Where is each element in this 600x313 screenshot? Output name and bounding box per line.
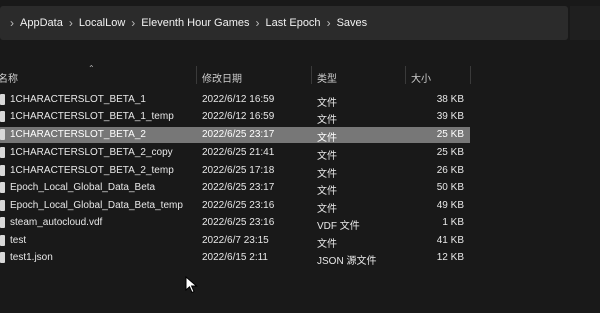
column-divider[interactable]: [470, 66, 471, 84]
file-date: 2022/6/12 16:59: [202, 94, 275, 105]
file-name: 1CHARACTERSLOT_BETA_1_temp: [10, 111, 174, 122]
mouse-cursor-icon: [185, 276, 198, 294]
file-size: 25 KB: [436, 129, 464, 140]
file-size: 39 KB: [436, 111, 464, 122]
file-date: 2022/6/25 23:16: [202, 200, 275, 211]
file-name: steam_autocloud.vdf: [10, 217, 103, 228]
column-header-type[interactable]: 类型: [317, 70, 337, 85]
file-type: 文件: [317, 98, 337, 109]
breadcrumb-saves[interactable]: Saves: [337, 17, 368, 29]
file-icon: [0, 252, 5, 263]
address-bar[interactable]: › AppData › LocalLow › Eleventh Hour Gam…: [0, 6, 568, 40]
file-row[interactable]: steam_autocloud.vdf 2022/6/25 23:16 VDF …: [0, 215, 470, 232]
file-type: 文件: [317, 133, 337, 144]
file-row[interactable]: test 2022/6/7 23:15 文件 41 KB: [0, 233, 470, 250]
file-name: Epoch_Local_Global_Data_Beta_temp: [10, 200, 183, 211]
file-type: 文件: [317, 151, 337, 162]
file-icon: [0, 111, 5, 122]
file-type: JSON 源文件: [317, 256, 377, 267]
file-size: 38 KB: [436, 94, 464, 105]
file-type: 文件: [317, 204, 337, 215]
file-icon: [0, 235, 5, 246]
file-size: 1 KB: [442, 217, 464, 228]
chevron-right-icon: ›: [131, 16, 136, 30]
file-explorer-window: › AppData › LocalLow › Eleventh Hour Gam…: [0, 0, 600, 313]
breadcrumb-last-epoch[interactable]: Last Epoch: [266, 17, 321, 29]
file-icon: [0, 217, 5, 228]
file-date: 2022/6/25 23:17: [202, 182, 275, 193]
file-name: 1CHARACTERSLOT_BETA_2_temp: [10, 165, 174, 176]
breadcrumb-locallow[interactable]: LocalLow: [79, 17, 125, 29]
file-size: 26 KB: [436, 165, 464, 176]
file-icon: [0, 200, 5, 211]
file-type: 文件: [317, 186, 337, 197]
file-date: 2022/6/12 16:59: [202, 111, 275, 122]
column-header-date[interactable]: 修改日期: [202, 70, 242, 85]
file-icon: [0, 165, 5, 176]
file-date: 2022/6/7 23:15: [202, 235, 269, 246]
file-date: 2022/6/25 21:41: [202, 147, 275, 158]
file-icon: [0, 182, 5, 193]
file-row[interactable]: 1CHARACTERSLOT_BETA_1 2022/6/12 16:59 文件…: [0, 92, 470, 109]
file-row[interactable]: test1.json 2022/6/15 2:11 JSON 源文件 12 KB: [0, 250, 470, 267]
breadcrumb-appdata[interactable]: AppData: [20, 17, 63, 29]
file-icon: [0, 129, 5, 140]
file-type: 文件: [317, 169, 337, 180]
file-size: 12 KB: [436, 252, 464, 263]
file-name: 1CHARACTERSLOT_BETA_2_copy: [10, 147, 173, 158]
chevron-right-icon: ›: [326, 16, 331, 30]
chevron-right-icon: ›: [255, 16, 260, 30]
column-header-name[interactable]: 名称: [0, 70, 18, 85]
file-type: 文件: [317, 115, 337, 126]
file-icon: [0, 147, 5, 158]
column-header-size[interactable]: 大小: [411, 70, 431, 85]
file-name: 1CHARACTERSLOT_BETA_2: [10, 129, 146, 140]
file-size: 49 KB: [436, 200, 464, 211]
file-type: VDF 文件: [317, 221, 360, 232]
file-name: Epoch_Local_Global_Data_Beta: [10, 182, 156, 193]
address-bar-end: [570, 6, 600, 40]
file-date: 2022/6/15 2:11: [202, 252, 268, 263]
file-size: 25 KB: [436, 147, 464, 158]
file-row[interactable]: 1CHARACTERSLOT_BETA_2_copy 2022/6/25 21:…: [0, 145, 470, 162]
file-type: 文件: [317, 239, 337, 250]
file-row[interactable]: 1CHARACTERSLOT_BETA_1_temp 2022/6/12 16:…: [0, 109, 470, 126]
column-divider[interactable]: [196, 66, 197, 84]
file-row[interactable]: 1CHARACTERSLOT_BETA_2_temp 2022/6/25 17:…: [0, 163, 470, 180]
file-name: test: [10, 235, 27, 246]
column-divider[interactable]: [405, 66, 406, 84]
file-name: 1CHARACTERSLOT_BETA_1: [10, 94, 146, 105]
file-date: 2022/6/25 23:17: [202, 129, 275, 140]
column-divider[interactable]: [311, 66, 312, 84]
file-date: 2022/6/25 17:18: [202, 165, 275, 176]
breadcrumb-eleventh-hour-games[interactable]: Eleventh Hour Games: [141, 17, 249, 29]
file-name: test1.json: [10, 252, 53, 263]
file-row[interactable]: Epoch_Local_Global_Data_Beta_temp 2022/6…: [0, 198, 470, 215]
file-size: 50 KB: [436, 182, 464, 193]
chevron-right-icon: ›: [68, 16, 73, 30]
chevron-right-icon: ›: [10, 16, 14, 30]
column-header-row: 名称 修改日期 类型 大小: [0, 64, 600, 85]
file-size: 41 KB: [436, 235, 464, 246]
file-row[interactable]: Epoch_Local_Global_Data_Beta 2022/6/25 2…: [0, 180, 470, 197]
file-row-selected[interactable]: 1CHARACTERSLOT_BETA_2 2022/6/25 23:17 文件…: [0, 127, 470, 144]
file-icon: [0, 94, 5, 105]
file-date: 2022/6/25 23:16: [202, 217, 275, 228]
